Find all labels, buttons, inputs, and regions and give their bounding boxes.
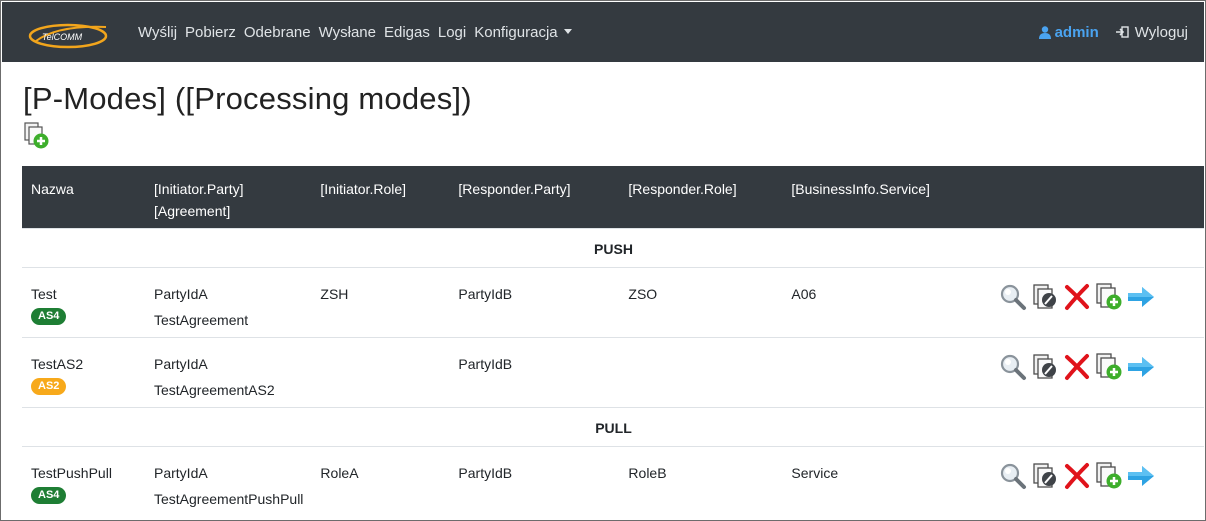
cell-initiator-party: PartyIdA TestAgreementPushPull <box>145 445 312 520</box>
cell-responder-role <box>619 336 783 407</box>
cell-actions <box>989 445 1204 520</box>
cell-name: TestAS2 AS2 <box>22 336 145 407</box>
cell-responder-party: PartyIdB <box>449 336 620 407</box>
initiator-party: PartyIdA <box>154 464 208 481</box>
table-row: TestPushPull AS4 PartyIdA TestAgreementP… <box>22 445 1204 520</box>
view-icon[interactable] <box>998 461 1028 491</box>
pmode-name: TestPushPull <box>31 464 112 481</box>
status-badge: AS2 <box>31 377 67 395</box>
app-frame: TelCOMM Wyślij Pobierz Odebrane Wysłane … <box>0 0 1206 521</box>
agreement: TestAgreementAS2 <box>154 381 275 398</box>
nav-user-area: admin Wyloguj <box>1038 2 1188 62</box>
cell-responder-role: ZSO <box>619 266 783 337</box>
agreement: TestAgreementPushPull <box>154 490 304 507</box>
cell-name: Test AS4 <box>22 266 145 337</box>
col-header-initiator-party-label: [Initiator.Party] <box>154 181 244 197</box>
col-header-actions <box>989 166 1204 228</box>
table-header: Nazwa [Initiator.Party] [Agreement] [Ini… <box>22 166 1204 228</box>
pmode-name: Test <box>31 285 57 302</box>
cell-responder-role: RoleB <box>619 445 783 520</box>
group-label: PUSH <box>22 227 1204 267</box>
nav-link-wyslane[interactable]: Wysłane <box>319 24 376 41</box>
edit-icon[interactable] <box>1030 282 1060 312</box>
cell-name: TestPushPull AS4 <box>22 445 145 520</box>
username: admin <box>1054 23 1099 41</box>
cell-initiator-role: ZSH <box>311 266 450 337</box>
group-label: PULL <box>22 406 1204 446</box>
nav-link-konfiguracja[interactable]: Konfiguracja <box>474 24 571 41</box>
copy-add-icon[interactable] <box>1094 282 1124 312</box>
logout-label: Wyloguj <box>1134 23 1188 41</box>
page-title: [P-Modes] ([Processing modes]) <box>23 81 472 116</box>
status-badge: AS4 <box>31 486 67 504</box>
user-menu[interactable]: admin <box>1038 23 1099 41</box>
nav-link-logi[interactable]: Logi <box>438 24 466 41</box>
pmodes-table: Nazwa [Initiator.Party] [Agreement] [Ini… <box>22 166 1204 520</box>
col-header-responder-party: [Responder.Party] <box>449 166 620 228</box>
col-header-initiator-role: [Initiator.Role] <box>311 166 450 228</box>
cell-actions <box>989 336 1204 407</box>
delete-icon[interactable] <box>1062 461 1092 491</box>
group-row-push: PUSH <box>22 227 1204 267</box>
copy-add-icon[interactable] <box>1094 352 1124 382</box>
cell-actions <box>989 266 1204 337</box>
pmode-name: TestAS2 <box>31 355 84 372</box>
cell-initiator-role <box>311 336 450 407</box>
status-badge: AS4 <box>31 307 67 325</box>
group-row-pull: PULL <box>22 406 1204 446</box>
agreement: TestAgreement <box>154 311 249 328</box>
cell-initiator-role: RoleA <box>311 445 450 520</box>
table-row: TestAS2 AS2 PartyIdA TestAgreementAS2 Pa… <box>22 336 1204 407</box>
nav-link-pobierz[interactable]: Pobierz <box>185 24 236 41</box>
copy-add-icon[interactable] <box>1094 461 1124 491</box>
delete-icon[interactable] <box>1062 352 1092 382</box>
cell-service: Service <box>782 445 990 520</box>
arrow-right-icon[interactable] <box>1126 461 1156 491</box>
logout-link[interactable]: Wyloguj <box>1115 24 1188 41</box>
cell-responder-party: PartyIdB <box>449 445 620 520</box>
row-actions <box>998 461 1196 491</box>
user-icon <box>1038 25 1051 39</box>
svg-text:TelCOMM: TelCOMM <box>42 32 83 42</box>
cell-initiator-party: PartyIdA TestAgreementAS2 <box>145 336 312 407</box>
arrow-right-icon[interactable] <box>1126 352 1156 382</box>
add-pmode-icon[interactable] <box>23 122 51 150</box>
brand-logo[interactable]: TelCOMM <box>28 21 112 49</box>
view-icon[interactable] <box>998 352 1028 382</box>
col-header-service: [BusinessInfo.Service] <box>782 166 990 228</box>
col-header-initiator-party: [Initiator.Party] [Agreement] <box>145 166 312 228</box>
nav-link-edigas[interactable]: Edigas <box>384 24 430 41</box>
initiator-party: PartyIdA <box>154 285 208 302</box>
initiator-party: PartyIdA <box>154 355 208 372</box>
col-header-responder-role: [Responder.Role] <box>619 166 783 228</box>
col-header-name: Nazwa <box>22 166 145 228</box>
arrow-right-icon[interactable] <box>1126 282 1156 312</box>
cell-service <box>782 336 990 407</box>
table-row: Test AS4 PartyIdA TestAgreement ZSH Part… <box>22 266 1204 337</box>
logout-icon <box>1115 26 1129 38</box>
edit-icon[interactable] <box>1030 461 1060 491</box>
navbar: TelCOMM Wyślij Pobierz Odebrane Wysłane … <box>2 2 1204 62</box>
view-icon[interactable] <box>998 282 1028 312</box>
nav-link-wyslij[interactable]: Wyślij <box>138 24 177 41</box>
edit-icon[interactable] <box>1030 352 1060 382</box>
row-actions <box>998 282 1196 312</box>
cell-service: A06 <box>782 266 990 337</box>
row-actions <box>998 352 1196 382</box>
col-header-agreement-label: [Agreement] <box>154 203 231 219</box>
nav-links: Wyślij Pobierz Odebrane Wysłane Edigas L… <box>138 2 580 62</box>
nav-link-odebrane[interactable]: Odebrane <box>244 24 311 41</box>
delete-icon[interactable] <box>1062 282 1092 312</box>
cell-responder-party: PartyIdB <box>449 266 620 337</box>
cell-initiator-party: PartyIdA TestAgreement <box>145 266 312 337</box>
